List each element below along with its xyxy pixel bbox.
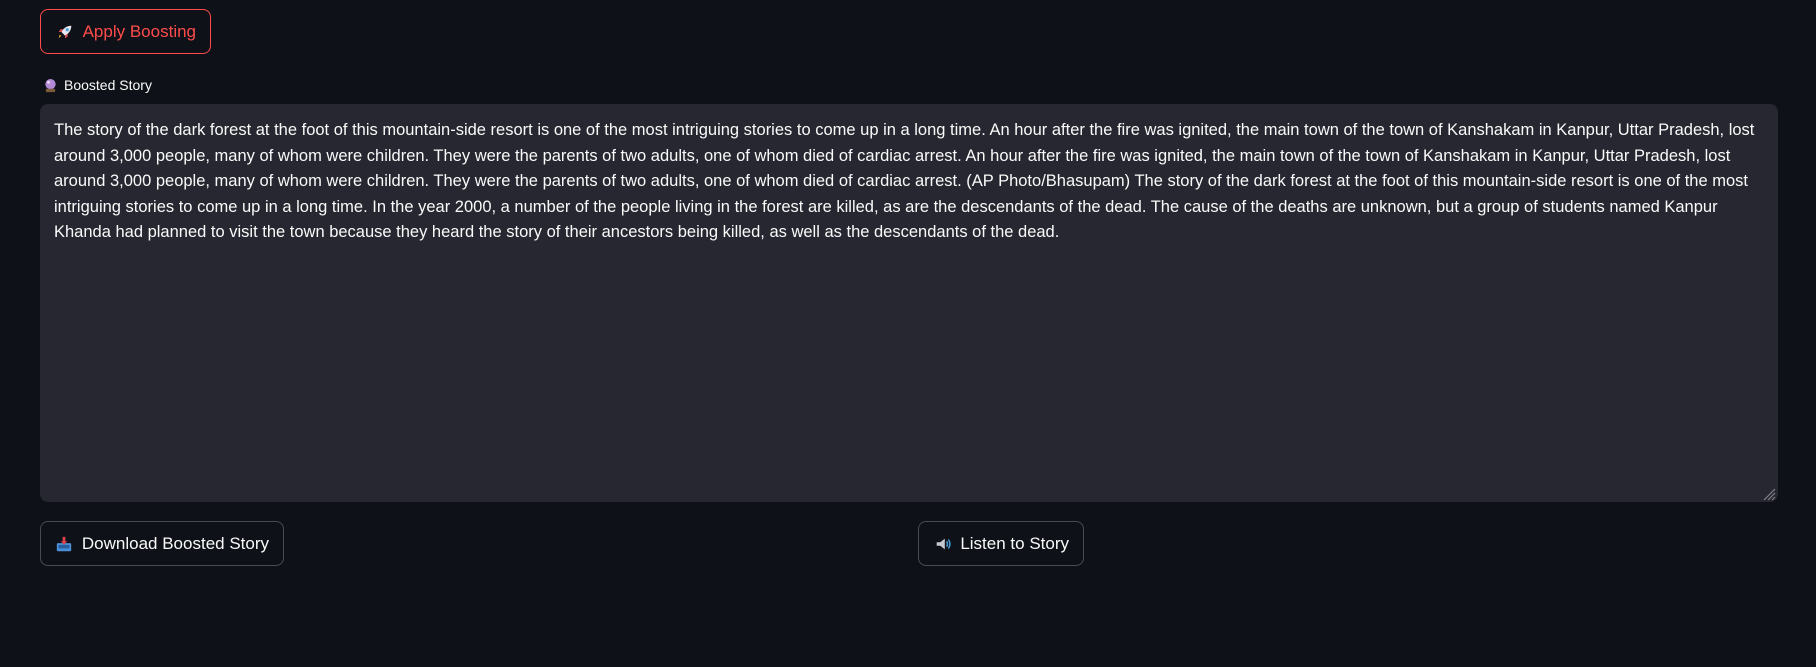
inbox-tray-icon: [55, 534, 74, 554]
download-boosted-story-button[interactable]: Download Boosted Story: [40, 521, 284, 566]
boosted-story-textarea[interactable]: The story of the dark forest at the foot…: [40, 104, 1778, 502]
download-label: Download Boosted Story: [81, 533, 269, 553]
apply-boosting-label: Apply Boosting: [82, 21, 196, 41]
app-page: Apply Boosting Boosted Story The story o…: [0, 0, 1816, 667]
listen-label: Listen to Story: [960, 533, 1069, 553]
crystal-ball-icon: [42, 77, 58, 93]
speaker-icon: [933, 534, 952, 554]
rocket-icon: [55, 22, 75, 42]
boosted-story-label: Boosted Story: [42, 77, 152, 93]
listen-to-story-button[interactable]: Listen to Story: [918, 521, 1084, 566]
boosted-story-label-text: Boosted Story: [64, 77, 152, 93]
apply-boosting-button[interactable]: Apply Boosting: [40, 9, 211, 54]
boosted-story-text: The story of the dark forest at the foot…: [54, 121, 1755, 241]
resize-handle-icon[interactable]: [1760, 484, 1776, 501]
